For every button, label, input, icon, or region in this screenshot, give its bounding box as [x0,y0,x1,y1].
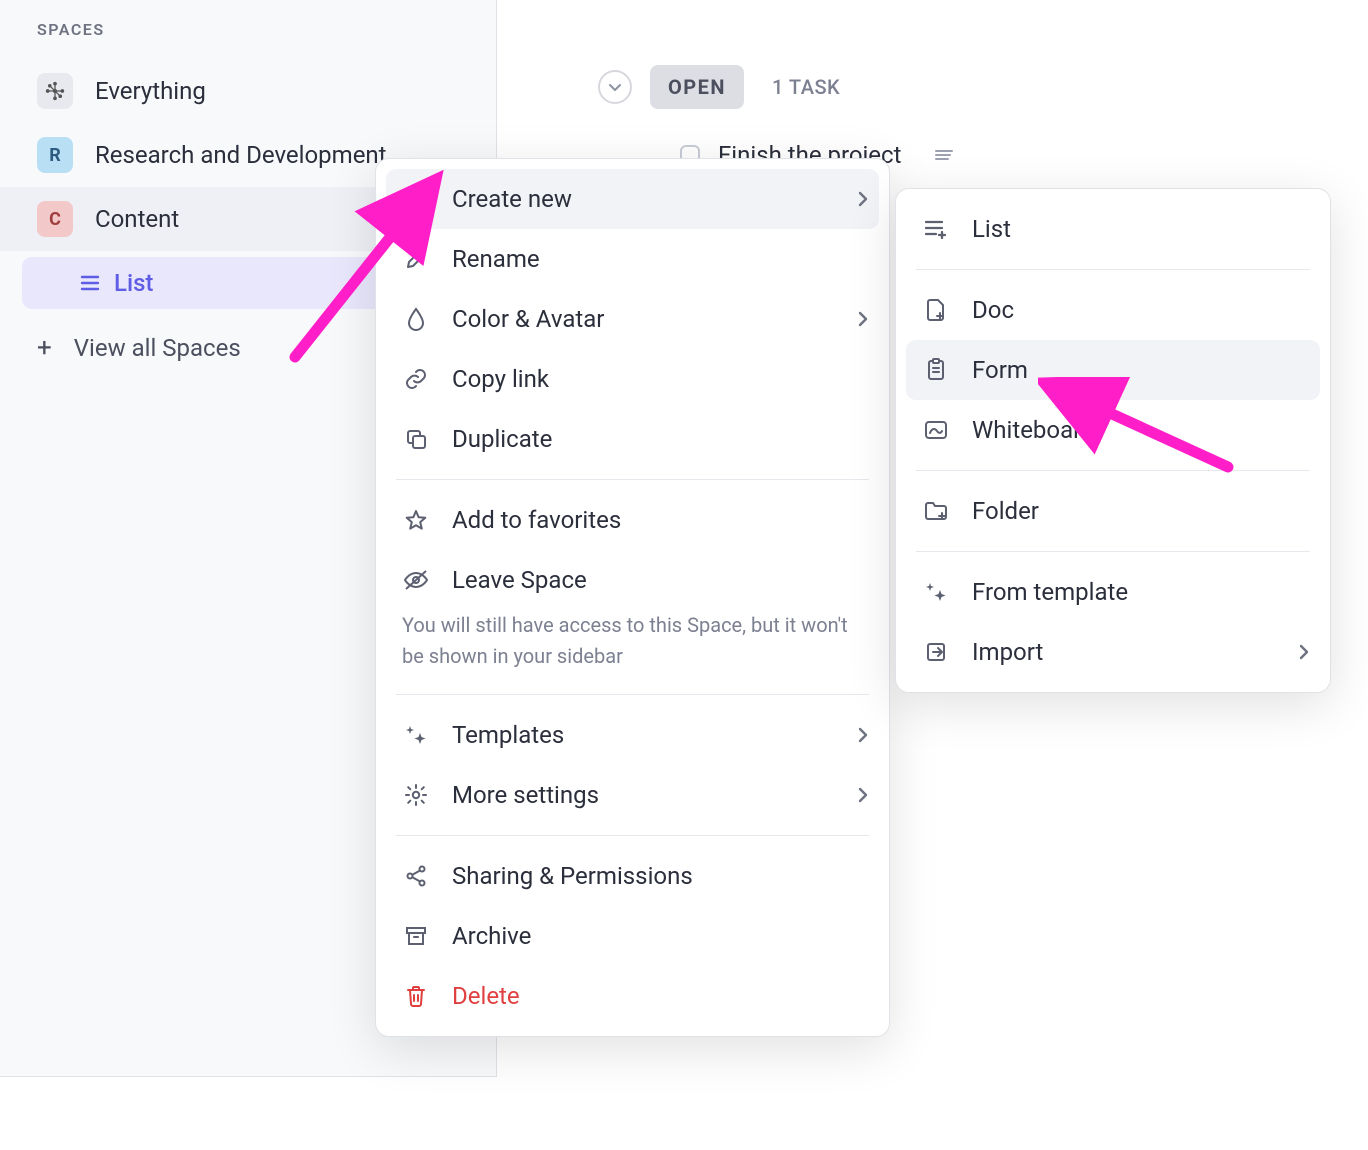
submenu-from-template[interactable]: From template [896,562,1330,622]
list-icon [80,274,100,292]
menu-create-new[interactable]: Create new [386,169,879,229]
menu-label: List [972,215,1011,243]
view-all-label: View all Spaces [74,334,241,362]
sidebar-list-label: List [114,269,153,297]
eye-off-icon [402,566,430,594]
leave-space-description: You will still have access to this Space… [376,610,889,684]
task-more-icon[interactable] [933,147,955,163]
menu-label: More settings [452,781,599,809]
menu-label: Leave Space [452,566,587,594]
menu-label: Folder [972,497,1039,525]
menu-label: Create new [452,185,572,213]
menu-rename[interactable]: Rename [376,229,889,289]
chevron-down-icon [608,80,622,94]
create-new-submenu: List Doc Form Whiteboard Folder From tem… [895,188,1331,693]
status-badge[interactable]: OPEN [650,65,744,109]
chevron-right-icon [857,190,869,208]
submenu-doc[interactable]: Doc [896,280,1330,340]
menu-separator [396,479,869,480]
menu-templates[interactable]: Templates [376,705,889,765]
menu-more-settings[interactable]: More settings [376,765,889,825]
submenu-folder[interactable]: Folder [896,481,1330,541]
droplet-icon [402,305,430,333]
star-icon [402,506,430,534]
menu-separator [916,269,1310,270]
chevron-right-icon [857,786,869,804]
whiteboard-icon [922,416,950,444]
menu-label: Add to favorites [452,506,621,534]
menu-label: Copy link [452,365,549,393]
trash-icon [402,982,430,1010]
menu-label: From template [972,578,1128,606]
collapse-button[interactable] [598,70,632,104]
menu-duplicate[interactable]: Duplicate [376,409,889,469]
sparkle-icon [922,578,950,606]
form-icon [922,356,950,384]
submenu-list[interactable]: List [896,199,1330,259]
menu-separator [396,835,869,836]
menu-delete[interactable]: Delete [376,966,889,1026]
sidebar-item-label: Everything [95,77,206,105]
menu-label: Color & Avatar [452,305,604,333]
context-menu: Create new Rename Color & Avatar Copy li… [375,158,890,1037]
space-badge-r: R [37,137,73,173]
task-count: 1 TASK [772,75,840,99]
menu-label: Import [972,638,1043,666]
menu-label: Whiteboard [972,416,1095,444]
menu-separator [396,694,869,695]
menu-separator [916,470,1310,471]
menu-label: Sharing & Permissions [452,862,693,890]
menu-label: Form [972,356,1028,384]
chevron-right-icon [857,726,869,744]
menu-color-avatar[interactable]: Color & Avatar [376,289,889,349]
chevron-right-icon [1298,643,1310,661]
menu-label: Archive [452,922,531,950]
folder-add-icon [922,497,950,525]
menu-label: Duplicate [452,425,552,453]
menu-copy-link[interactable]: Copy link [376,349,889,409]
sidebar-item-label: Content [95,205,179,233]
duplicate-icon [402,425,430,453]
plus-icon [402,185,430,213]
submenu-form[interactable]: Form [906,340,1320,400]
archive-icon [402,922,430,950]
sidebar-item-label: Research and Development [95,141,387,169]
submenu-whiteboard[interactable]: Whiteboard [896,400,1330,460]
menu-leave-space[interactable]: Leave Space [376,550,889,610]
doc-icon [922,296,950,324]
import-icon [922,638,950,666]
submenu-import[interactable]: Import [896,622,1330,682]
chevron-right-icon [857,310,869,328]
status-row: OPEN 1 TASK [598,65,1338,109]
spaces-section-header: SPACES [0,20,496,59]
menu-archive[interactable]: Archive [376,906,889,966]
menu-label: Rename [452,245,540,273]
list-add-icon [922,215,950,243]
menu-label: Doc [972,296,1014,324]
space-badge-c: C [37,201,73,237]
menu-sharing[interactable]: Sharing & Permissions [376,846,889,906]
share-icon [402,862,430,890]
everything-icon [37,73,73,109]
pencil-icon [402,245,430,273]
menu-label: Delete [452,982,520,1010]
menu-add-favorites[interactable]: Add to favorites [376,490,889,550]
menu-separator [916,551,1310,552]
sidebar-item-everything[interactable]: Everything [0,59,496,123]
sparkle-icon [402,721,430,749]
gear-icon [402,781,430,809]
link-icon [402,365,430,393]
plus-icon: + [37,333,52,363]
menu-label: Templates [452,721,564,749]
